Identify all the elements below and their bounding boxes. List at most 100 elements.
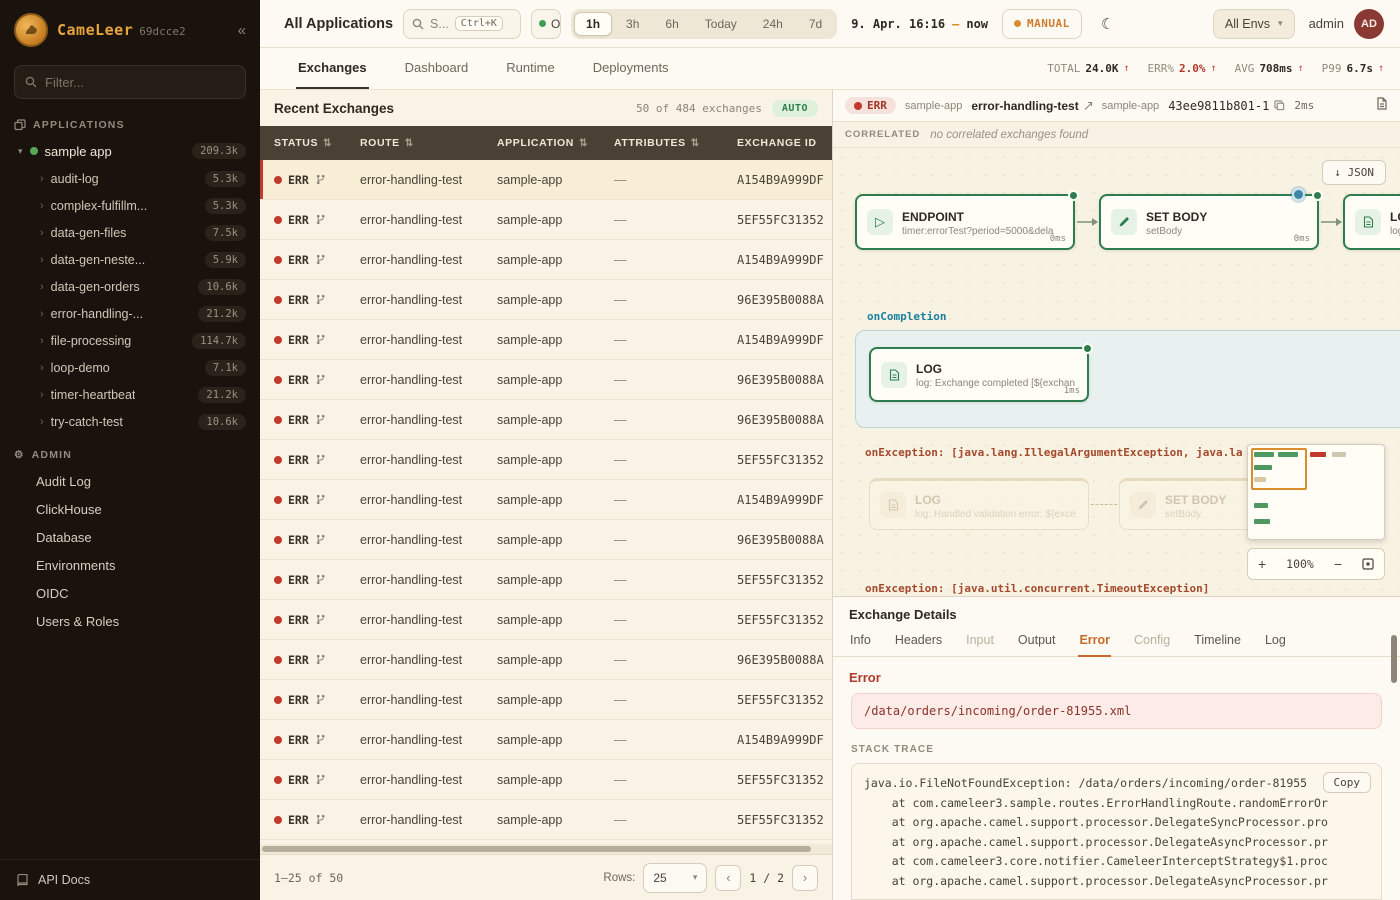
- time-range-button[interactable]: Today: [693, 12, 749, 36]
- details-tab[interactable]: Config: [1133, 626, 1171, 657]
- table-row[interactable]: ERR error-handling-test sample-app — 96E…: [260, 400, 832, 440]
- details-tab[interactable]: Headers: [894, 626, 943, 657]
- details-tab[interactable]: Info: [849, 626, 872, 657]
- time-range-button[interactable]: 1h: [574, 12, 612, 36]
- horizontal-scrollbar[interactable]: [260, 844, 832, 854]
- flow-node-endpoint[interactable]: ▷ ENDPOINT timer:errorTest?period=5000&d…: [855, 194, 1075, 250]
- sidebar-collapse-button[interactable]: «: [238, 22, 246, 39]
- details-tab[interactable]: Error: [1078, 626, 1111, 657]
- detail-route-link[interactable]: error-handling-test: [971, 99, 1092, 113]
- sidebar-route-item[interactable]: › try-catch-test 10.6k: [0, 408, 260, 435]
- table-row[interactable]: ERR error-handling-test sample-app — 96E…: [260, 280, 832, 320]
- sidebar-admin-item[interactable]: Database: [0, 523, 260, 551]
- copy-button[interactable]: Copy: [1323, 772, 1372, 793]
- table-row[interactable]: ERR error-handling-test sample-app — 5EF…: [260, 680, 832, 720]
- table-row[interactable]: ERR error-handling-test sample-app — 96E…: [260, 640, 832, 680]
- sidebar-item-sample-app[interactable]: ▾ sample app 209.3k: [0, 137, 260, 165]
- details-tab[interactable]: Output: [1017, 626, 1057, 657]
- sidebar-admin-item[interactable]: ClickHouse: [0, 495, 260, 523]
- manual-refresh-button[interactable]: MANUAL: [1002, 9, 1082, 39]
- nav-tab[interactable]: Exchanges: [296, 48, 369, 89]
- route-cell: error-handling-test: [360, 493, 497, 507]
- sidebar-route-item[interactable]: › audit-log 5.3k: [0, 165, 260, 192]
- sidebar-route-item[interactable]: › data-gen-orders 10.6k: [0, 273, 260, 300]
- attributes-cell: —: [614, 733, 737, 747]
- sidebar-route-item[interactable]: › data-gen-files 7.5k: [0, 219, 260, 246]
- table-row[interactable]: ERR error-handling-test sample-app — A15…: [260, 160, 832, 200]
- sidebar-route-item[interactable]: › error-handling-... 21.2k: [0, 300, 260, 327]
- minimap-viewport[interactable]: [1251, 448, 1307, 490]
- sidebar-admin-item[interactable]: Users & Roles: [0, 607, 260, 635]
- flow-node-exception-log[interactable]: LOG log: Handled validation error: ${exc…: [869, 478, 1089, 530]
- sidebar-route-item[interactable]: › file-processing 114.7k: [0, 327, 260, 354]
- copy-icon[interactable]: [1274, 100, 1285, 111]
- date-range-picker[interactable]: 9. Apr. 16:16 — now: [847, 17, 992, 31]
- sidebar-admin-item[interactable]: OIDC: [0, 579, 260, 607]
- details-tab[interactable]: Input: [965, 626, 995, 657]
- sidebar-route-item[interactable]: › loop-demo 7.1k: [0, 354, 260, 381]
- avatar[interactable]: AD: [1354, 9, 1384, 39]
- environment-selector[interactable]: All Envs ▾: [1213, 9, 1295, 39]
- nav-tab[interactable]: Deployments: [591, 48, 671, 89]
- global-search[interactable]: S... Ctrl+K: [403, 9, 521, 39]
- exchange-details-section: Exchange Details Info Headers Input Outp…: [833, 596, 1400, 900]
- sidebar-route-item[interactable]: › complex-fulfillm... 5.3k: [0, 192, 260, 219]
- column-header-exchange-id[interactable]: EXCHANGE ID: [737, 137, 832, 149]
- document-icon[interactable]: [1375, 97, 1388, 115]
- nav-tab[interactable]: Runtime: [504, 48, 556, 89]
- next-page-button[interactable]: ›: [792, 865, 818, 891]
- column-header-application[interactable]: APPLICATION⇅: [497, 137, 614, 149]
- time-range-button[interactable]: 6h: [653, 12, 690, 36]
- table-row[interactable]: ERR error-handling-test sample-app — A15…: [260, 240, 832, 280]
- table-row[interactable]: ERR error-handling-test sample-app — 5EF…: [260, 200, 832, 240]
- zoom-in-button[interactable]: +: [1258, 556, 1266, 572]
- flow-canvas[interactable]: ↓ JSON ▷ ENDPOINT timer:errorTest?period…: [833, 148, 1400, 596]
- route-count-badge: 21.2k: [198, 387, 246, 403]
- flow-node-completion-log[interactable]: LOG log: Exchange completed [${exchan 1m…: [869, 347, 1089, 402]
- sidebar-route-item[interactable]: › timer-heartbeat 21.2k: [0, 381, 260, 408]
- table-row[interactable]: ERR error-handling-test sample-app — 96E…: [260, 360, 832, 400]
- auto-refresh-badge[interactable]: AUTO: [772, 100, 818, 117]
- table-row[interactable]: ERR error-handling-test sample-app — A15…: [260, 320, 832, 360]
- filter-input[interactable]: [45, 75, 235, 90]
- sidebar-admin-item[interactable]: Environments: [0, 551, 260, 579]
- minimap[interactable]: [1247, 444, 1385, 540]
- zoom-out-button[interactable]: −: [1334, 556, 1342, 572]
- table-row[interactable]: ERR error-handling-test sample-app — 5EF…: [260, 800, 832, 840]
- attributes-cell: —: [614, 693, 737, 707]
- status-cell: ERR: [274, 373, 360, 387]
- table-row[interactable]: ERR error-handling-test sample-app — A15…: [260, 720, 832, 760]
- column-header-route[interactable]: ROUTE⇅: [360, 137, 497, 149]
- time-range-button[interactable]: 24h: [751, 12, 795, 36]
- table-row[interactable]: ERR error-handling-test sample-app — 5EF…: [260, 600, 832, 640]
- table-row[interactable]: ERR error-handling-test sample-app — 96E…: [260, 520, 832, 560]
- column-header-attributes[interactable]: ATTRIBUTES⇅: [614, 137, 737, 149]
- column-header-status[interactable]: STATUS⇅: [274, 137, 360, 149]
- nav-tab[interactable]: Dashboard: [403, 48, 471, 89]
- time-range-button[interactable]: 7d: [797, 12, 834, 36]
- details-tab[interactable]: Log: [1264, 626, 1287, 657]
- flow-node-set-body[interactable]: SET BODY setBody 0ms: [1099, 194, 1319, 250]
- download-json-button[interactable]: ↓ JSON: [1322, 160, 1386, 185]
- error-status-dot: [274, 776, 282, 784]
- table-row[interactable]: ERR error-handling-test sample-app — A15…: [260, 480, 832, 520]
- table-row[interactable]: ERR error-handling-test sample-app — 5EF…: [260, 760, 832, 800]
- sidebar-filter[interactable]: [14, 65, 246, 99]
- rows-per-page-select[interactable]: 25 ▾: [643, 863, 707, 893]
- minimap-bar: [1310, 452, 1326, 457]
- scrollbar-thumb[interactable]: [262, 846, 811, 852]
- details-tab[interactable]: Timeline: [1193, 626, 1242, 657]
- app-version: 69dcce2: [139, 25, 185, 38]
- table-row[interactable]: ERR error-handling-test sample-app — 5EF…: [260, 440, 832, 480]
- sidebar-api-docs[interactable]: API Docs: [0, 859, 260, 900]
- dark-mode-toggle[interactable]: ☾: [1092, 9, 1124, 39]
- flow-node-log[interactable]: LOG log: Sta: [1343, 194, 1400, 250]
- live-toggle[interactable]: O: [531, 9, 561, 39]
- prev-page-button[interactable]: ‹: [715, 865, 741, 891]
- time-range-button[interactable]: 3h: [614, 12, 651, 36]
- sidebar-admin-item[interactable]: Audit Log: [0, 467, 260, 495]
- scrollbar-thumb[interactable]: [1391, 635, 1397, 683]
- table-row[interactable]: ERR error-handling-test sample-app — 5EF…: [260, 560, 832, 600]
- fit-view-icon[interactable]: [1362, 558, 1374, 570]
- sidebar-route-item[interactable]: › data-gen-neste... 5.9k: [0, 246, 260, 273]
